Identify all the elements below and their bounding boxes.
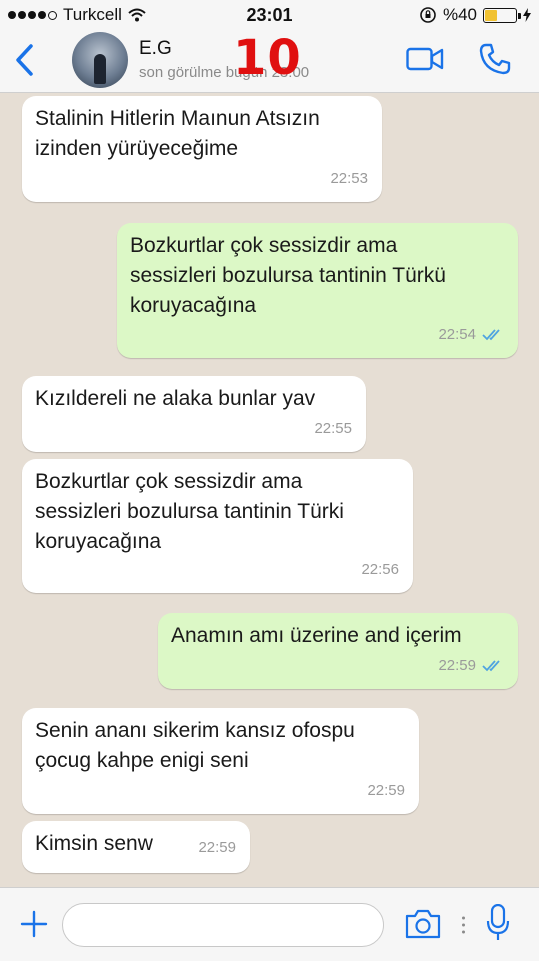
message-text: Anamın amı üzerine and içerim: [171, 624, 462, 647]
message-bubble-outgoing[interactable]: Bozkurtlar çok sessizdir ama sessizleri …: [117, 223, 518, 358]
phone-call-icon[interactable]: [478, 42, 512, 76]
message-bubble-incoming[interactable]: Kimsin senw 22:59: [22, 821, 250, 873]
status-bar: Turkcell 23:01 %40: [0, 0, 539, 30]
message-text: Bozkurtlar çok sessizdir ama sessizleri …: [130, 234, 446, 317]
separator-dots-icon: [462, 916, 465, 934]
message-input-bar: [0, 887, 539, 961]
charging-bolt-icon: [523, 8, 531, 22]
overlay-number-label: 10: [233, 30, 302, 86]
orientation-lock-icon: [420, 7, 436, 23]
chat-header: E.G son görülme bugün 23:00 10: [0, 30, 539, 93]
message-bubble-outgoing[interactable]: Anamın amı üzerine and içerim 22:59: [158, 613, 518, 689]
camera-icon[interactable]: [404, 908, 442, 940]
read-ticks-icon: [482, 329, 500, 341]
back-chevron-icon[interactable]: [10, 42, 40, 78]
message-time: 22:54: [438, 326, 476, 343]
microphone-icon[interactable]: [486, 904, 510, 942]
video-call-icon[interactable]: [406, 46, 444, 72]
message-bubble-incoming[interactable]: Senin ananı sikerim kansız ofospu çocug …: [22, 708, 419, 814]
message-bubble-incoming[interactable]: Bozkurtlar çok sessizdir ama sessizleri …: [22, 459, 413, 593]
message-time: 22:55: [314, 420, 352, 437]
contact-name[interactable]: E.G: [139, 38, 172, 60]
message-time: 22:56: [361, 561, 399, 578]
battery-percentage: %40: [442, 5, 477, 24]
message-time: 22:59: [438, 657, 476, 674]
plus-icon[interactable]: [20, 910, 48, 938]
battery-icon: [483, 7, 521, 23]
message-text: Senin ananı sikerim kansız ofospu çocug …: [35, 719, 355, 772]
read-ticks-icon: [482, 660, 500, 672]
message-time: 22:53: [330, 170, 368, 187]
status-right: %40: [419, 5, 531, 25]
message-text: Kızıldereli ne alaka bunlar yav: [35, 387, 316, 410]
message-time: 22:59: [367, 782, 405, 799]
message-time: 22:59: [198, 839, 236, 856]
message-bubble-incoming[interactable]: Stalinin Hitlerin Mаınun Atsızın izinden…: [22, 96, 382, 202]
message-input[interactable]: [62, 903, 384, 947]
contact-avatar[interactable]: [72, 32, 128, 88]
message-text: Bozkurtlar çok sessizdir ama sessizleri …: [35, 470, 344, 553]
message-bubble-incoming[interactable]: Kızıldereli ne alaka bunlar yav 22:55: [22, 376, 366, 452]
message-list[interactable]: Stalinin Hitlerin Mаınun Atsızın izinden…: [0, 93, 539, 887]
message-text: Stalinin Hitlerin Mаınun Atsızın izinden…: [35, 107, 320, 160]
